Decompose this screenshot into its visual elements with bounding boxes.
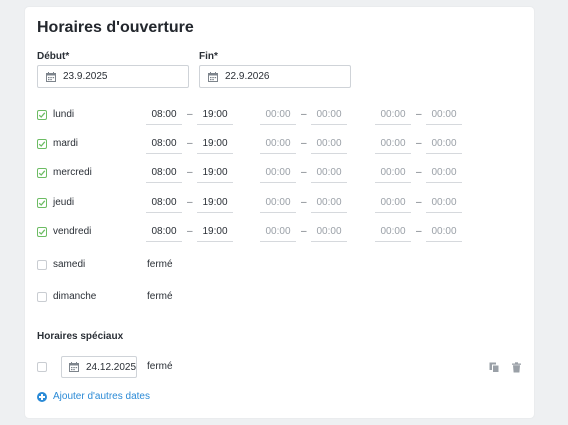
- copy-icon[interactable]: [489, 362, 500, 373]
- day-row-vendredi: vendredi 08:00 19:00–00:00 00:00–00:00 00:00…: [37, 222, 517, 242]
- end-date-value: 22.9.2026: [225, 71, 270, 82]
- time-range-dash: –: [301, 109, 307, 120]
- time-range-dash: –: [187, 167, 193, 178]
- day-label: dimanche: [53, 291, 97, 302]
- day-checkbox-mercredi[interactable]: [37, 168, 47, 178]
- time-to-field[interactable]: 00:00: [311, 134, 347, 154]
- time-to-field[interactable]: 19:00: [197, 163, 233, 183]
- end-date-label: Fin*: [199, 51, 218, 62]
- special-hours-checkbox[interactable]: [37, 362, 47, 372]
- time-from-field[interactable]: 08:00: [146, 134, 182, 154]
- time-range-dash: –: [301, 226, 307, 237]
- closed-label: fermé: [147, 291, 173, 302]
- check-icon: [38, 170, 46, 176]
- time-to-field[interactable]: 00:00: [311, 222, 347, 242]
- check-icon: [38, 200, 46, 206]
- time-to-field[interactable]: 19:00: [197, 134, 233, 154]
- time-from-field[interactable]: 00:00: [260, 134, 296, 154]
- day-label: jeudi: [53, 197, 75, 208]
- special-hours-row: 24.12.2025 fermé: [37, 356, 521, 378]
- time-to-field[interactable]: 00:00: [311, 105, 347, 125]
- time-range-dash: –: [416, 197, 422, 208]
- time-range-dash: –: [301, 138, 307, 149]
- check-icon: [38, 229, 46, 235]
- time-to-field[interactable]: 00:00: [426, 134, 462, 154]
- day-checkbox-mardi[interactable]: [37, 139, 47, 149]
- day-row-mercredi: mercredi 08:00 19:00–00:00 00:00–00:00 00:00…: [37, 163, 517, 183]
- time-from-field[interactable]: 08:00: [146, 193, 182, 213]
- time-to-field[interactable]: 19:00: [197, 222, 233, 242]
- day-label: mercredi: [53, 167, 92, 178]
- time-from-field[interactable]: 00:00: [375, 193, 411, 213]
- time-range-dash: –: [416, 109, 422, 120]
- check-icon: [38, 112, 46, 118]
- time-to-field[interactable]: 00:00: [426, 193, 462, 213]
- time-from-field[interactable]: 00:00: [375, 134, 411, 154]
- time-to-field[interactable]: 00:00: [311, 163, 347, 183]
- day-row-lundi: lundi 08:00 19:00–00:00 00:00–00:00 00:00–: [37, 105, 517, 125]
- trash-icon[interactable]: [511, 362, 522, 373]
- day-checkbox-samedi[interactable]: [37, 260, 47, 270]
- calendar-icon: [208, 71, 218, 82]
- calendar-icon: [69, 362, 79, 372]
- time-range-dash: –: [187, 226, 193, 237]
- end-date-field[interactable]: 22.9.2026: [199, 65, 351, 88]
- time-from-field[interactable]: 00:00: [375, 105, 411, 125]
- day-checkbox-vendredi[interactable]: [37, 227, 47, 237]
- start-date-field[interactable]: 23.9.2025: [37, 65, 189, 88]
- day-row-jeudi: jeudi 08:00 19:00–00:00 00:00–00:00 00:00–: [37, 193, 517, 213]
- closed-label: fermé: [147, 259, 173, 270]
- time-from-field[interactable]: 08:00: [146, 105, 182, 125]
- time-to-field[interactable]: 00:00: [426, 105, 462, 125]
- time-range-dash: –: [416, 138, 422, 149]
- time-to-field[interactable]: 00:00: [426, 163, 462, 183]
- day-checkbox-dimanche[interactable]: [37, 292, 47, 302]
- time-from-field[interactable]: 00:00: [375, 222, 411, 242]
- calendar-icon: [46, 71, 56, 82]
- day-checkbox-jeudi[interactable]: [37, 198, 47, 208]
- day-label: samedi: [53, 259, 86, 270]
- time-from-field[interactable]: 08:00: [146, 163, 182, 183]
- time-range-dash: –: [301, 197, 307, 208]
- time-range-dash: –: [416, 226, 422, 237]
- special-closed-label: fermé: [147, 361, 173, 372]
- time-from-field[interactable]: 08:00: [146, 222, 182, 242]
- day-label: mardi: [53, 138, 79, 149]
- start-date-label: Début*: [37, 51, 70, 62]
- time-to-field[interactable]: 00:00: [311, 193, 347, 213]
- add-more-dates-label: Ajouter d'autres dates: [53, 391, 150, 402]
- time-from-field[interactable]: 00:00: [260, 222, 296, 242]
- day-label: vendredi: [53, 226, 92, 237]
- special-date-value: 24.12.2025: [86, 361, 137, 373]
- day-row-samedi: samedi fermé: [37, 255, 517, 275]
- start-date-value: 23.9.2025: [63, 71, 108, 82]
- time-range-dash: –: [187, 197, 193, 208]
- time-from-field[interactable]: 00:00: [260, 163, 296, 183]
- time-from-field[interactable]: 00:00: [260, 105, 296, 125]
- day-label: lundi: [53, 109, 75, 120]
- time-range-dash: –: [187, 138, 193, 149]
- day-row-mardi: mardi 08:00 19:00–00:00 00:00–00:00 00:00–: [37, 134, 517, 154]
- plus-circle-icon: [37, 391, 47, 402]
- day-row-dimanche: dimanche fermé: [37, 287, 517, 307]
- add-more-dates-link[interactable]: Ajouter d'autres dates: [37, 391, 150, 402]
- time-range-dash: –: [416, 167, 422, 178]
- time-from-field[interactable]: 00:00: [375, 163, 411, 183]
- time-to-field[interactable]: 19:00: [197, 105, 233, 125]
- opening-hours-card: Horaires d'ouverture Début* 23.9.2025 Fi…: [25, 7, 534, 418]
- page-title: Horaires d'ouverture: [37, 19, 194, 36]
- time-to-field[interactable]: 00:00: [426, 222, 462, 242]
- time-to-field[interactable]: 19:00: [197, 193, 233, 213]
- check-icon: [38, 141, 46, 147]
- special-date-field[interactable]: 24.12.2025: [61, 356, 137, 378]
- special-hours-title: Horaires spéciaux: [37, 331, 124, 342]
- time-range-dash: –: [301, 167, 307, 178]
- time-from-field[interactable]: 00:00: [260, 193, 296, 213]
- time-range-dash: –: [187, 109, 193, 120]
- day-checkbox-lundi[interactable]: [37, 110, 47, 120]
